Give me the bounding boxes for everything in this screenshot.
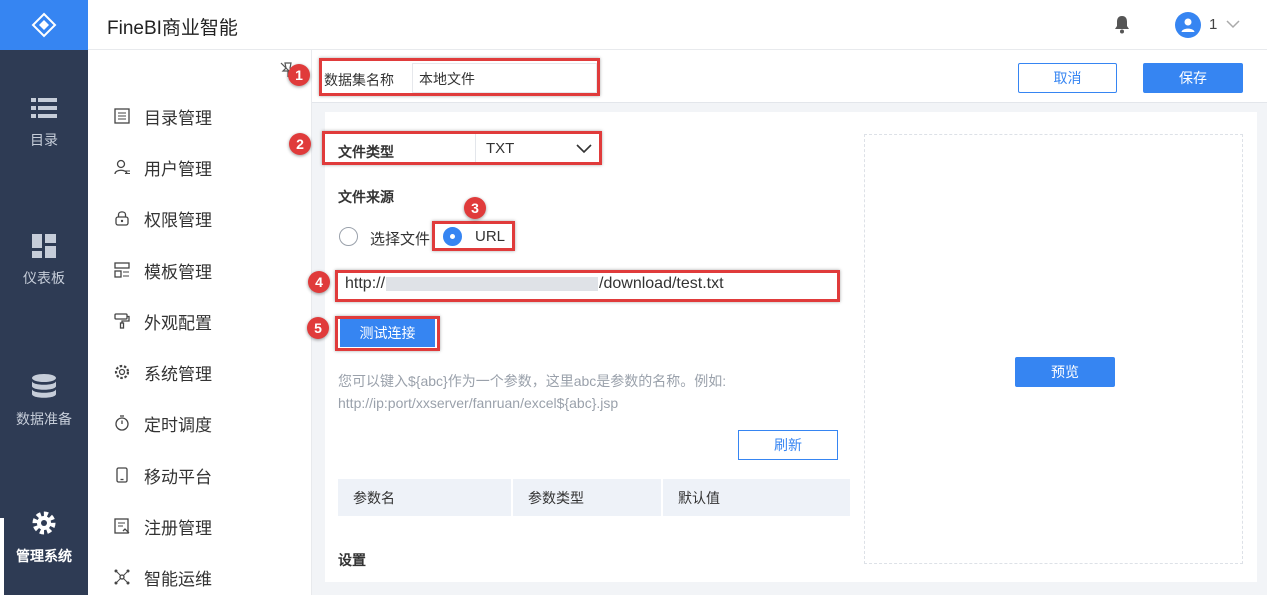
bell-icon[interactable] (1113, 14, 1131, 34)
submenu-item-register[interactable]: 注册管理 (113, 512, 212, 540)
annotation-badge-4: 4 (308, 271, 330, 293)
logo-icon (31, 12, 57, 38)
gear-icon (32, 511, 56, 535)
settings-icon (113, 363, 131, 381)
submenu-label: 用户管理 (144, 159, 212, 179)
radio-select-file[interactable] (339, 227, 358, 246)
submenu-label: 权限管理 (144, 210, 212, 230)
submenu-label: 移动平台 (144, 467, 212, 487)
submenu-item-users[interactable]: 用户管理 (113, 153, 212, 181)
nav-item-catalog[interactable]: 目录 (0, 96, 88, 150)
preview-button[interactable]: 预览 (1015, 357, 1115, 387)
annotation-badge-3: 3 (464, 197, 486, 219)
refresh-button[interactable]: 刷新 (738, 430, 838, 460)
list-icon (31, 98, 57, 118)
submenu-item-permissions[interactable]: 权限管理 (113, 204, 212, 232)
nav-label: 仪表板 (23, 270, 65, 286)
annotation-badge-2: 2 (289, 133, 311, 155)
annotation-box-3 (432, 221, 515, 251)
dashboard-icon (32, 234, 56, 258)
submenu-label: 外观配置 (144, 313, 212, 333)
top-bar: FineBI商业智能 1 (0, 0, 1267, 50)
nav-label: 管理系统 (16, 548, 72, 564)
annotation-box-4 (335, 270, 840, 302)
lock-icon (113, 209, 131, 227)
network-icon (113, 568, 131, 586)
mobile-icon (113, 466, 131, 484)
file-source-label: 文件来源 (338, 189, 394, 205)
preview-panel: 预览 (852, 112, 1257, 582)
annotation-box-5 (335, 316, 440, 351)
save-button[interactable]: 保存 (1143, 63, 1243, 93)
param-table-header: 参数名 参数类型 默认值 (338, 479, 850, 516)
radio-label-select-file: 选择文件 (370, 231, 431, 248)
submenu-item-system[interactable]: 系统管理 (113, 358, 212, 386)
annotation-badge-1: 1 (288, 64, 310, 86)
nav-item-data-prep[interactable]: 数据准备 (0, 373, 88, 429)
chevron-down-icon[interactable] (1225, 16, 1241, 32)
submenu-label: 注册管理 (144, 518, 212, 538)
timer-icon (113, 414, 131, 432)
admin-submenu: 目录管理 用户管理 权限管理 模板管理 外观配置 系统管理 定时调度 移动平台 … (88, 50, 312, 595)
annotation-badge-5: 5 (307, 317, 329, 339)
app-logo[interactable] (0, 0, 88, 50)
submenu-label: 定时调度 (144, 415, 212, 435)
user-name[interactable]: 1 (1209, 16, 1217, 33)
nav-item-admin[interactable]: 管理系统 (0, 510, 88, 566)
annotation-box-2 (322, 131, 602, 165)
submenu-label: 智能运维 (144, 569, 212, 589)
nav-item-dashboard[interactable]: 仪表板 (0, 234, 88, 288)
submenu-item-scheduler[interactable]: 定时调度 (113, 409, 212, 437)
avatar[interactable] (1175, 12, 1201, 38)
submenu-item-templates[interactable]: 模板管理 (113, 256, 212, 284)
preview-area: 预览 (864, 134, 1243, 564)
nav-label: 目录 (30, 132, 58, 148)
user-icon (113, 158, 131, 176)
catalog-icon (113, 107, 131, 125)
user-icon (1181, 18, 1195, 32)
paint-roller-icon (113, 312, 131, 330)
settings-label: 设置 (338, 552, 366, 568)
cancel-button[interactable]: 取消 (1018, 63, 1117, 93)
submenu-item-appearance[interactable]: 外观配置 (113, 307, 212, 335)
app-title: FineBI商业智能 (107, 18, 238, 39)
submenu-item-ops[interactable]: 智能运维 (113, 563, 212, 591)
annotation-box-1 (319, 58, 600, 96)
column-param-name: 参数名 (338, 479, 513, 516)
submenu-item-catalog[interactable]: 目录管理 (113, 102, 212, 130)
nav-label: 数据准备 (16, 411, 72, 427)
submenu-label: 系统管理 (144, 364, 212, 384)
submenu-label: 模板管理 (144, 262, 212, 282)
submenu-label: 目录管理 (144, 108, 212, 128)
left-nav: 目录 仪表板 数据准备 管理系统 (0, 50, 88, 595)
template-icon (113, 261, 131, 279)
column-param-type: 参数类型 (513, 479, 663, 516)
column-default-value: 默认值 (678, 489, 720, 506)
database-icon (32, 374, 56, 398)
parameter-hint: 您可以键入${abc}作为一个参数，这里abc是参数的名称。例如: http:/… (338, 373, 727, 411)
register-icon (113, 517, 131, 535)
submenu-item-mobile[interactable]: 移动平台 (113, 461, 212, 489)
